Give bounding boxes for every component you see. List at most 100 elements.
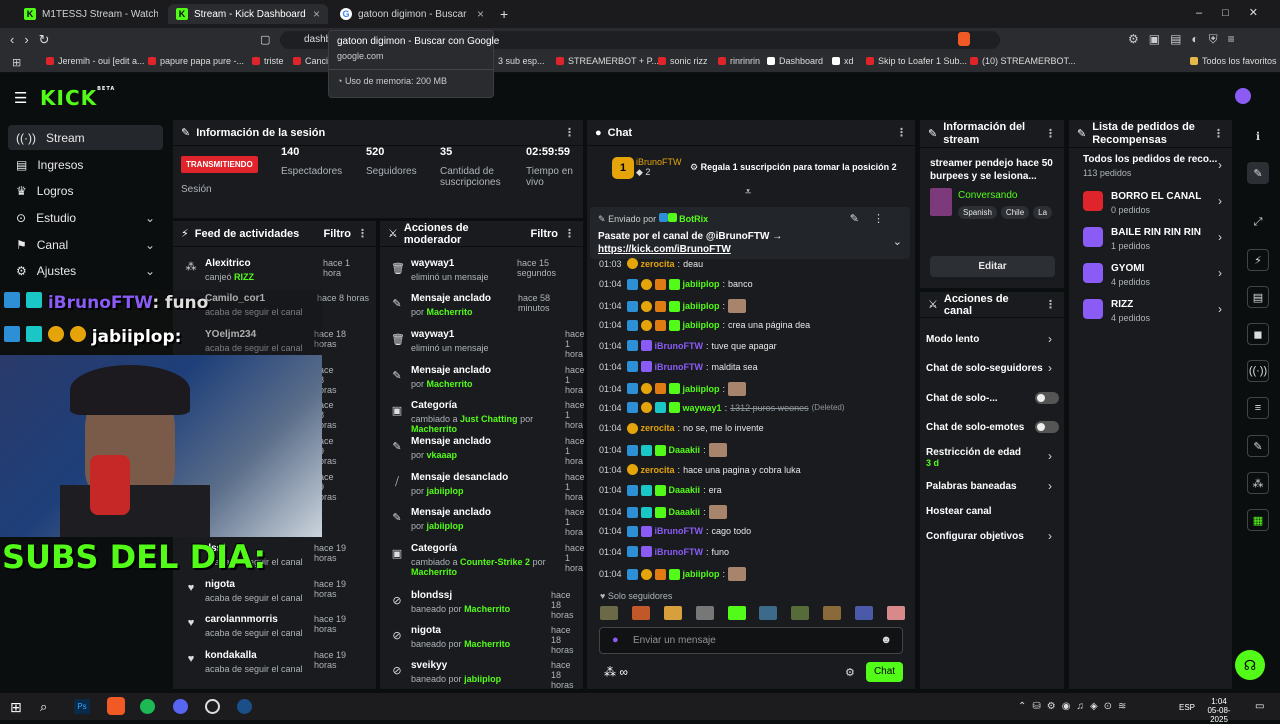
chevron-right-icon[interactable]: › <box>1218 194 1222 208</box>
bookmark-item[interactable]: xd <box>832 56 854 66</box>
kebab-menu-icon[interactable]: ⋮ <box>1045 127 1056 140</box>
photoshop-icon[interactable]: Ps <box>74 699 90 714</box>
chevron-right-icon[interactable]: › <box>1048 529 1052 543</box>
chat-message[interactable]: 01:03 zerocita: deau <box>599 258 703 269</box>
filter-button[interactable]: Filtro <box>531 228 559 240</box>
fullscreen-icon[interactable]: ⤢ <box>1247 211 1269 233</box>
keyboard-lang[interactable]: ESP <box>1179 703 1195 712</box>
bookmark-item[interactable]: 3 sub esp... <box>498 56 545 66</box>
infinity-icon[interactable]: ⁂ ∞ <box>604 665 628 679</box>
search-icon[interactable]: ⌕ <box>40 699 47 715</box>
list-icon[interactable]: ≡ <box>1247 397 1269 419</box>
chat-message[interactable]: 01:04 jabiiplop: <box>599 567 747 581</box>
chat-message[interactable]: 01:04 wayway1: 1312 puros weones (Delete… <box>599 402 845 414</box>
user-avatar[interactable] <box>1235 88 1251 104</box>
action-subs-only[interactable]: Chat de solo-... <box>926 393 998 404</box>
new-tab-icon[interactable]: + <box>500 6 508 22</box>
action-followers-only[interactable]: Chat de solo-seguidores <box>926 363 1043 374</box>
reward-item[interactable]: BAILE RIN RIN RIN 1 pedidos <box>1083 227 1223 255</box>
broadcast-icon[interactable]: ((·)) <box>1247 360 1269 382</box>
bookmark-item[interactable]: rinrinrin <box>718 56 760 66</box>
category-name[interactable]: Conversando <box>958 190 1017 201</box>
windows-start-icon[interactable]: ⊞ <box>10 699 22 716</box>
action-age-restriction[interactable]: Restricción de edad 3 d <box>926 447 1021 468</box>
all-rewards-link[interactable]: Todos los pedidos de reco... <box>1083 154 1217 165</box>
emote-bar[interactable] <box>600 606 905 622</box>
sidebar-item-ajustes[interactable]: ⚙ Ajustes ⌄ <box>8 258 163 283</box>
send-chat-button[interactable]: Chat <box>866 662 903 682</box>
sidebar-item-ingresos[interactable]: ▤ Ingresos <box>8 152 163 177</box>
pinned-message[interactable]: ✎ Enviado por BotRix Pasate por el canal… <box>590 207 910 259</box>
sidebar-item-logros[interactable]: ♛ Logros <box>8 178 163 203</box>
chevron-right-icon[interactable]: › <box>1048 361 1052 375</box>
subs-only-toggle[interactable] <box>1035 392 1059 404</box>
filter-button[interactable]: Filtro <box>324 228 352 240</box>
edit-stream-button[interactable]: Editar <box>930 256 1055 277</box>
kebab-menu-icon[interactable]: ⋮ <box>896 126 907 139</box>
brave-shield-icon[interactable] <box>958 32 970 46</box>
notification-icon[interactable]: ▭ <box>1255 701 1264 712</box>
edit-icon[interactable]: ✎ <box>1247 162 1269 184</box>
kebab-menu-icon[interactable]: ⋮ <box>564 227 575 240</box>
bookmark-icon[interactable]: ▢ <box>260 33 270 46</box>
chevron-right-icon[interactable]: › <box>1048 479 1052 493</box>
close-tab-icon[interactable]: × <box>313 7 320 21</box>
extension-icons[interactable]: ⚙▣▤◐⛨≡ <box>1128 32 1245 47</box>
expand-icon[interactable]: ⩡ <box>745 186 751 199</box>
tab-kick-watch[interactable]: KM1TESSJ Stream - Watch Live on <box>16 4 166 24</box>
chevron-right-icon[interactable]: › <box>1048 449 1052 463</box>
chat-settings-icon[interactable]: ⚙ <box>845 666 855 679</box>
chat-message[interactable]: 01:04 iBrunoFTW: funo <box>599 546 729 558</box>
bookmark-item[interactable]: sonic rizz <box>658 56 708 66</box>
chat-message[interactable]: 01:04 iBrunoFTW: maldita sea <box>599 361 758 372</box>
apps-icon[interactable]: ⊞ <box>12 56 21 69</box>
bookmark-item[interactable]: Jeremih - oui [edit a... <box>46 56 145 66</box>
chat-message[interactable]: 01:04 jabiiplop: <box>599 299 747 314</box>
kick-logo[interactable]: KICKBETA <box>40 86 115 110</box>
all-bookmarks-folder[interactable]: Todos los favoritos <box>1190 56 1277 66</box>
chevron-right-icon[interactable]: › <box>1218 158 1222 172</box>
kebab-menu-icon[interactable]: ⋮ <box>357 227 368 240</box>
bookmark-item[interactable]: triste <box>252 56 284 66</box>
bookmark-item[interactable]: STREAMERBOT + P... <box>556 56 659 66</box>
top-gifter[interactable]: iBrunoFTW ◆ 2 <box>636 157 682 178</box>
clipboard-icon[interactable]: ▤ <box>1247 286 1269 308</box>
bookmark-item[interactable]: (10) STREAMERBOT... <box>970 56 1076 66</box>
steam-icon[interactable] <box>237 699 252 714</box>
sidebar-item-canal[interactable]: ⚑ Canal ⌄ <box>8 232 163 257</box>
chevron-right-icon[interactable]: › <box>1048 332 1052 346</box>
nav-buttons[interactable]: ‹›↻ <box>10 32 60 48</box>
kebab-menu-icon[interactable]: ⋮ <box>1045 298 1056 311</box>
chevron-right-icon[interactable]: › <box>1218 266 1222 280</box>
emotes-only-toggle[interactable] <box>1035 421 1059 433</box>
chat-message[interactable]: 01:04 Daaakii: era <box>599 484 722 496</box>
action-goals[interactable]: Configurar objetivos <box>926 531 1024 542</box>
obs-icon[interactable] <box>205 699 220 714</box>
kebab-menu-icon[interactable]: ⋮ <box>564 126 575 139</box>
action-host[interactable]: Hostear canal <box>926 506 992 517</box>
bookmark-item[interactable]: papure papa pure -... <box>148 56 244 66</box>
reward-item[interactable]: BORRO EL CANAL 0 pedidos <box>1083 191 1223 219</box>
close-tab-icon[interactable]: × <box>477 7 484 21</box>
chat-message[interactable]: 01:04 zerocita: no se, me lo invente <box>599 422 764 434</box>
sidebar-item-stream[interactable]: ((·)) Stream <box>8 125 163 150</box>
chat-message[interactable]: 01:04 zerocita: hace una pagina y cobra … <box>599 464 801 475</box>
action-slow-mode[interactable]: Modo lento <box>926 334 979 345</box>
gift-icon[interactable]: ⁂ <box>1247 472 1269 494</box>
gift-cta[interactable]: ⚙ Regala 1 suscripción para tomar la pos… <box>690 162 897 173</box>
action-emotes-only[interactable]: Chat de solo-emotes <box>926 422 1024 433</box>
menu-icon[interactable]: ☰ <box>14 89 27 107</box>
bookmark-item[interactable]: Cancio <box>293 56 333 66</box>
bookmark-item[interactable]: Dashboard <box>767 56 823 66</box>
chat-message[interactable]: 01:04 jabiiplop: crea una página dea <box>599 319 810 331</box>
help-headset-icon[interactable]: ☊ <box>1235 650 1265 680</box>
clapper-icon[interactable]: ▦ <box>1247 509 1269 531</box>
chat-message[interactable]: 01:04 iBrunoFTW: cago todo <box>599 525 751 537</box>
chat-message[interactable]: 01:04 Daaakii: <box>599 505 727 520</box>
bookmark-item[interactable]: Skip to Loafer 1 Sub... <box>866 56 967 66</box>
wrench-icon[interactable]: ✎ <box>1247 435 1269 457</box>
kebab-menu-icon[interactable]: ⋮ <box>1213 127 1224 140</box>
lightning-icon[interactable]: ⚡ <box>1247 249 1269 271</box>
chat-input[interactable]: ● Enviar un mensaje ☻ <box>599 627 903 654</box>
action-banned-words[interactable]: Palabras baneadas <box>926 481 1017 492</box>
